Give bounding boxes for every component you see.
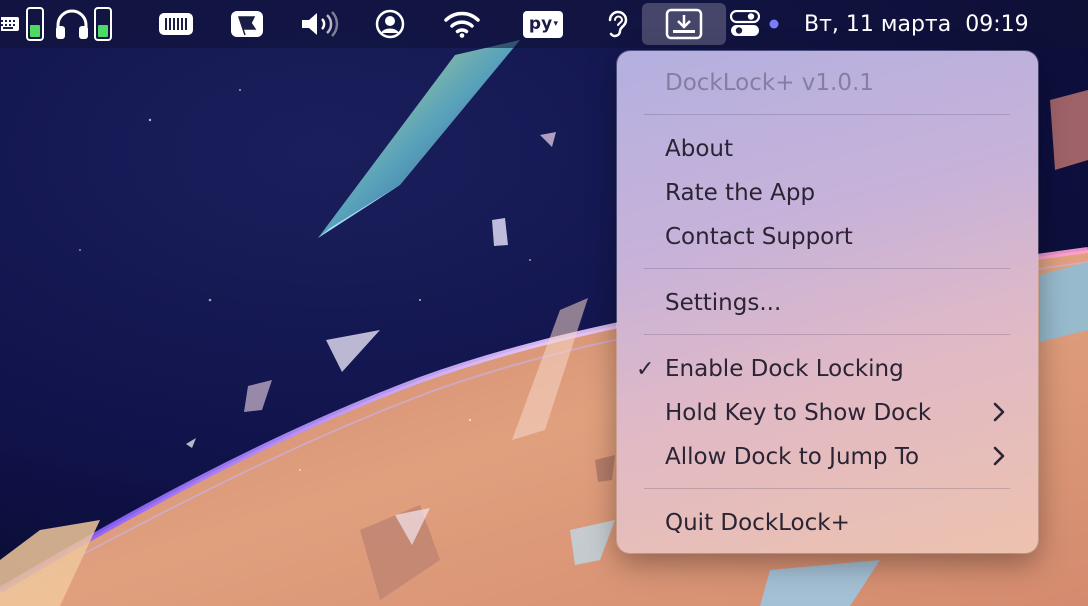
- menu-item-allow-jump[interactable]: Allow Dock to Jump To: [617, 435, 1038, 479]
- input-source-label: ру: [528, 13, 553, 34]
- menu-item-rate-app[interactable]: Rate the App: [617, 171, 1038, 215]
- menu-item-label: Allow Dock to Jump To: [665, 444, 920, 470]
- menu-item-label: About: [665, 136, 734, 162]
- caret-icon: ▾: [553, 18, 559, 29]
- docklock-menu: DockLock+ v1.0.1 About Rate the App Cont…: [617, 51, 1038, 553]
- user-icon[interactable]: [372, 0, 408, 48]
- dock-download-icon[interactable]: [642, 3, 726, 45]
- menu-item-hold-key[interactable]: Hold Key to Show Dock: [617, 391, 1038, 435]
- menu-item-about[interactable]: About: [617, 127, 1038, 171]
- barcode-icon[interactable]: [156, 0, 196, 48]
- input-source-icon[interactable]: ру▾: [520, 0, 566, 48]
- menu-item-enable-dock-locking[interactable]: ✓ Enable Dock Locking: [617, 347, 1038, 391]
- desktop: ру▾ Вт, 11 марта 09:19 DockLock+ v1.0.1 A…: [0, 0, 1088, 606]
- battery-icon[interactable]: [24, 0, 46, 48]
- clock[interactable]: Вт, 11 марта 09:19: [804, 0, 1056, 48]
- menu-item-label: Rate the App: [665, 180, 816, 206]
- menu-item-quit[interactable]: Quit DockLock+: [617, 501, 1038, 545]
- checkmark-icon: ✓: [636, 356, 655, 382]
- keyboard-icon[interactable]: [0, 0, 22, 48]
- menu-separator: [644, 268, 1010, 269]
- dot-icon: [766, 0, 782, 48]
- menu-item-label: Quit DockLock+: [665, 510, 850, 536]
- chevron-right-icon: [993, 402, 1005, 422]
- menu-separator: [644, 334, 1010, 335]
- menu-item-label: Contact Support: [665, 224, 853, 250]
- menu-item-label: Settings...: [665, 290, 782, 316]
- flag-icon[interactable]: [228, 0, 266, 48]
- menu-title: DockLock+ v1.0.1: [617, 61, 1038, 105]
- menu-item-settings[interactable]: Settings...: [617, 281, 1038, 325]
- clock-time: 09:19: [965, 11, 1029, 37]
- control-center-icon[interactable]: [728, 0, 762, 48]
- headphones-icon[interactable]: [52, 0, 92, 48]
- menu-item-label: Enable Dock Locking: [665, 356, 904, 382]
- menu-item-label: Hold Key to Show Dock: [665, 400, 932, 426]
- clock-date: Вт, 11 марта: [804, 11, 952, 37]
- menu-separator: [644, 114, 1010, 115]
- hearing-icon[interactable]: [600, 0, 634, 48]
- volume-icon[interactable]: [298, 0, 342, 48]
- chevron-right-icon: [993, 446, 1005, 466]
- menu-bar: ру▾ Вт, 11 марта 09:19: [0, 0, 1088, 48]
- menu-item-contact-support[interactable]: Contact Support: [617, 215, 1038, 259]
- menu-separator: [644, 488, 1010, 489]
- wifi-icon[interactable]: [442, 0, 482, 48]
- menu-title-label: DockLock+ v1.0.1: [665, 70, 874, 96]
- battery-icon[interactable]: [92, 0, 114, 48]
